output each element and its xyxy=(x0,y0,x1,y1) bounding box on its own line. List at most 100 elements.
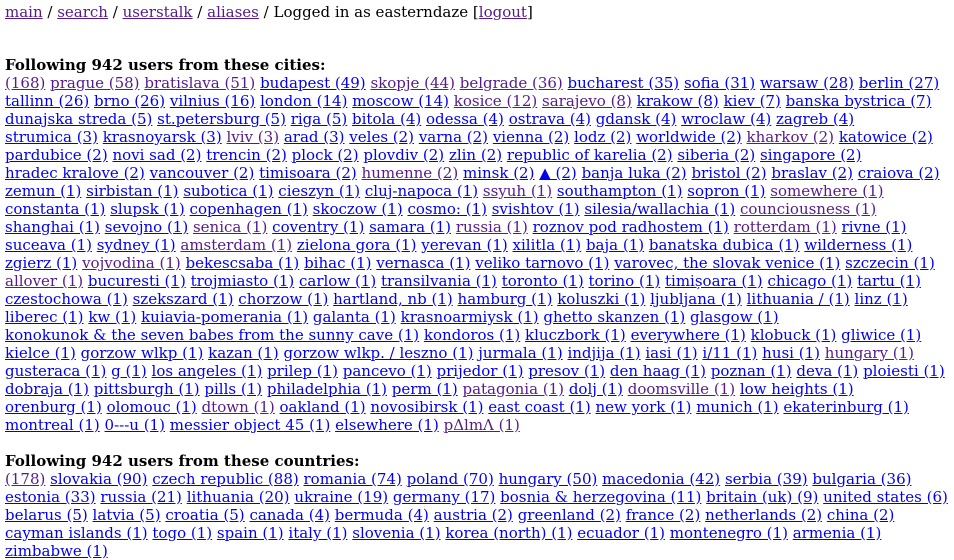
city-link[interactable]: presov (1) xyxy=(528,362,605,380)
city-link[interactable]: east coast (1) xyxy=(488,398,590,416)
city-link[interactable]: linz (1) xyxy=(855,290,908,308)
city-link[interactable]: ekaterinburg (1) xyxy=(783,398,909,416)
city-link[interactable]: ▲ (2) xyxy=(539,164,577,182)
city-link[interactable]: rotterdam (1) xyxy=(734,218,837,236)
city-link[interactable]: timișoara (1) xyxy=(665,272,763,290)
city-link[interactable]: dtown (1) xyxy=(202,398,275,416)
country-link[interactable]: croatia (5) xyxy=(165,506,244,524)
city-link[interactable]: veliko tarnovo (1) xyxy=(475,254,609,272)
city-link[interactable]: gliwice (1) xyxy=(841,326,921,344)
city-link[interactable]: low heights (1) xyxy=(740,380,854,398)
city-link[interactable]: siberia (2) xyxy=(677,146,755,164)
city-link[interactable]: patagonia (1) xyxy=(462,380,564,398)
city-link[interactable]: prilep (1) xyxy=(267,362,338,380)
city-link[interactable]: ploiesti (1) xyxy=(863,362,945,380)
city-link[interactable]: dobraja (1) xyxy=(5,380,89,398)
city-link[interactable]: zielona gora (1) xyxy=(297,236,417,254)
city-link[interactable]: varna (2) xyxy=(419,128,488,146)
city-link[interactable]: kluczbork (1) xyxy=(525,326,626,344)
city-link[interactable]: indjija (1) xyxy=(567,344,640,362)
city-link[interactable]: galanta (1) xyxy=(313,308,396,326)
country-link[interactable]: cayman islands (1) xyxy=(5,524,148,542)
city-link[interactable]: prague (58) xyxy=(50,74,139,92)
city-link[interactable]: allover (1) xyxy=(5,272,83,290)
city-link[interactable]: belgrade (36) xyxy=(460,74,563,92)
city-link[interactable]: cosmo: (1) xyxy=(407,200,486,218)
city-link[interactable]: poznan (1) xyxy=(711,362,792,380)
city-link[interactable]: sirbistan (1) xyxy=(86,182,178,200)
city-link[interactable]: senica (1) xyxy=(193,218,267,236)
city-link[interactable]: skopje (44) xyxy=(370,74,455,92)
city-link[interactable]: bucharest (35) xyxy=(568,74,680,92)
country-link[interactable]: united states (6) xyxy=(823,488,948,506)
city-link[interactable]: wilderness (1) xyxy=(804,236,912,254)
nav-main-link[interactable]: main xyxy=(5,3,43,21)
city-link[interactable]: trojmiasto (1) xyxy=(191,272,295,290)
city-link[interactable]: timisoara (2) xyxy=(259,164,357,182)
city-link[interactable]: roznov pod radhostem (1) xyxy=(533,218,729,236)
city-link[interactable]: southampton (1) xyxy=(557,182,683,200)
city-link[interactable]: zagreb (4) xyxy=(776,110,854,128)
city-link[interactable]: bitola (4) xyxy=(352,110,421,128)
city-link[interactable]: svishtov (1) xyxy=(492,200,580,218)
city-link[interactable]: ghetto skanzen (1) xyxy=(543,308,685,326)
city-link[interactable]: sofia (31) xyxy=(684,74,755,92)
city-link[interactable]: krasnoyarsk (3) xyxy=(103,128,222,146)
city-link[interactable]: jurmala (1) xyxy=(478,344,562,362)
city-link[interactable]: varovec, the slovak venice (1) xyxy=(614,254,840,272)
country-link[interactable]: ukraine (19) xyxy=(294,488,388,506)
city-link[interactable]: banja luka (2) xyxy=(582,164,687,182)
city-link[interactable]: minsk (2) xyxy=(463,164,534,182)
city-link[interactable]: copenhagen (1) xyxy=(190,200,308,218)
city-link[interactable]: craiova (2) xyxy=(858,164,940,182)
country-link[interactable]: lithuania (20) xyxy=(187,488,290,506)
city-link[interactable]: kiev (7) xyxy=(724,92,781,110)
city-link[interactable]: budapest (49) xyxy=(260,74,366,92)
country-link[interactable]: bosnia & herzegovina (11) xyxy=(500,488,701,506)
city-link[interactable]: gusteraca (1) xyxy=(5,362,106,380)
city-link[interactable]: 0---u (1) xyxy=(105,416,165,434)
city-link[interactable]: moscow (14) xyxy=(352,92,449,110)
city-link[interactable]: kielce (1) xyxy=(5,344,76,362)
city-link[interactable]: sevojno (1) xyxy=(105,218,188,236)
city-link[interactable]: subotica (1) xyxy=(183,182,273,200)
city-link[interactable]: pittsburgh (1) xyxy=(94,380,200,398)
country-link[interactable]: (178) xyxy=(5,470,45,488)
city-link[interactable]: bekescsaba (1) xyxy=(186,254,300,272)
city-link[interactable]: trencin (2) xyxy=(206,146,287,164)
city-link[interactable]: chicago (1) xyxy=(767,272,852,290)
city-link[interactable]: london (14) xyxy=(260,92,347,110)
country-link[interactable]: slovakia (90) xyxy=(50,470,147,488)
city-link[interactable]: den haag (1) xyxy=(610,362,706,380)
country-link[interactable]: austria (2) xyxy=(434,506,513,524)
city-link[interactable]: elsewhere (1) xyxy=(335,416,439,434)
city-link[interactable]: wroclaw (4) xyxy=(681,110,771,128)
city-link[interactable]: tartu (1) xyxy=(857,272,921,290)
city-link[interactable]: klobuck (1) xyxy=(751,326,837,344)
city-link[interactable]: republic of karelia (2) xyxy=(507,146,673,164)
city-link[interactable]: humenne (2) xyxy=(362,164,459,182)
city-link[interactable]: silesia/wallachia (1) xyxy=(584,200,735,218)
city-link[interactable]: braslav (2) xyxy=(771,164,853,182)
city-link[interactable]: skoczow (1) xyxy=(313,200,403,218)
city-link[interactable]: hungary (1) xyxy=(825,344,914,362)
country-link[interactable]: togo (1) xyxy=(152,524,212,542)
city-link[interactable]: montreal (1) xyxy=(5,416,100,434)
city-link[interactable]: liberec (1) xyxy=(5,308,84,326)
city-link[interactable]: counciousness (1) xyxy=(740,200,876,218)
country-link[interactable]: belarus (5) xyxy=(5,506,88,524)
country-link[interactable]: korea (north) (1) xyxy=(445,524,572,542)
city-link[interactable]: banatska dubica (1) xyxy=(649,236,800,254)
city-link[interactable]: kondoros (1) xyxy=(424,326,520,344)
country-link[interactable]: canada (4) xyxy=(249,506,330,524)
city-link[interactable]: bratislava (51) xyxy=(144,74,255,92)
city-link[interactable]: szczecin (1) xyxy=(845,254,935,272)
city-link[interactable]: brno (26) xyxy=(94,92,165,110)
country-link[interactable]: estonia (33) xyxy=(5,488,96,506)
city-link[interactable]: slupsk (1) xyxy=(110,200,185,218)
city-link[interactable]: i/11 (1) xyxy=(702,344,757,362)
country-link[interactable]: bulgaria (36) xyxy=(812,470,911,488)
country-link[interactable]: hungary (50) xyxy=(499,470,598,488)
city-link[interactable]: glasgow (1) xyxy=(690,308,779,326)
city-link[interactable]: kazan (1) xyxy=(208,344,279,362)
